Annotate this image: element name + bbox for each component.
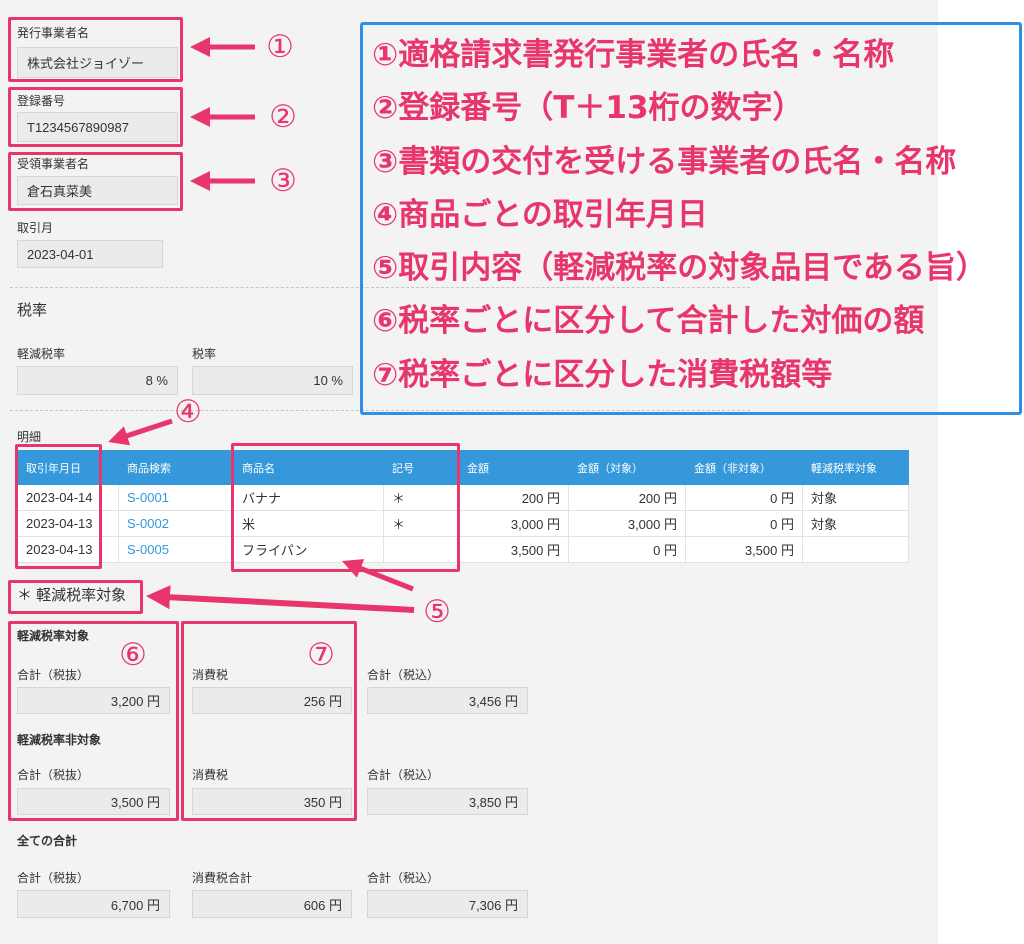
highlight-product-columns [231, 443, 460, 572]
table-row: 2023-04-13 S-0002 米 ＊ 3,000 円 3,000 円 0 … [17, 510, 909, 537]
legend-item-7: ⑦税率ごとに区分した消費税額等 [372, 356, 833, 393]
standard-total-label: 合計（税込） [367, 768, 440, 782]
reduced-rate-label: 軽減税率 [17, 347, 66, 361]
column-header-amount: 金額 [458, 450, 569, 485]
transaction-month-label: 取引月 [17, 221, 54, 235]
standard-total-field: 3,850 円 [367, 788, 528, 815]
cell-product-code: S-0005 [118, 536, 234, 563]
reduced-total-field: 3,456 円 [367, 687, 528, 714]
cell-amount-non-target: 0 円 [685, 484, 803, 511]
marker-2: ② [269, 99, 297, 135]
grand-subtotal-label: 合計（税抜） [17, 871, 90, 885]
marker-4: ④ [174, 394, 202, 430]
column-header-amount-non-target: 金額（非対象） [685, 450, 803, 485]
cell-amount-target: 200 円 [568, 484, 686, 511]
table-row: 2023-04-14 S-0001 バナナ ＊ 200 円 200 円 0 円 … [17, 484, 909, 511]
cell-amount-non-target: 0 円 [685, 510, 803, 537]
product-code-link[interactable]: S-0001 [127, 490, 169, 505]
cell-amount-non-target: 3,500 円 [685, 536, 803, 563]
highlight-footnote [8, 580, 143, 614]
grand-tax-label: 消費税合計 [192, 871, 253, 885]
legend-item-2: ②登録番号（T＋13桁の数字） [372, 90, 804, 127]
reduced-total-label: 合計（税込） [367, 668, 440, 682]
column-header-amount-target: 金額（対象） [568, 450, 686, 485]
grand-subtotal-field: 6,700 円 [17, 890, 170, 918]
cell-amount: 200 円 [458, 484, 569, 511]
cell-reduced-target: 対象 [802, 510, 909, 537]
reduced-rate-field: 8 % [17, 366, 178, 395]
cell-amount-target: 3,000 円 [568, 510, 686, 537]
highlight-subtotals [8, 621, 179, 821]
product-code-link[interactable]: S-0005 [127, 542, 169, 557]
marker-7: ⑦ [307, 637, 335, 673]
standard-rate-label: 税率 [192, 347, 217, 361]
cell-product-code: S-0002 [118, 510, 234, 537]
legend-item-3: ③書類の交付を受ける事業者の氏名・名称 [372, 143, 957, 180]
transaction-month-field: 2023-04-01 [17, 240, 163, 268]
legend-item-4: ④商品ごとの取引年月日 [372, 196, 708, 233]
table-row: 2023-04-13 S-0005 フライパン 3,500 円 0 円 3,50… [17, 536, 909, 563]
cell-amount-target: 0 円 [568, 536, 686, 563]
grand-total-label: 合計（税込） [367, 871, 440, 885]
details-table: 取引年月日 商品検索 商品名 記号 金額 金額（対象） 金額（非対象） 軽減税率… [17, 450, 909, 563]
marker-1: ① [266, 29, 294, 65]
details-label: 明細 [17, 430, 42, 444]
highlight-registration-number [8, 87, 183, 147]
highlight-recipient [8, 152, 183, 211]
tax-rate-heading: 税率 [17, 302, 48, 319]
highlight-date-column [15, 444, 102, 569]
grand-tax-field: 606 円 [192, 890, 352, 918]
column-header-product-search: 商品検索 [118, 450, 234, 485]
standard-rate-field: 10 % [192, 366, 353, 395]
page: 発行事業者名 株式会社ジョイゾー 登録番号 T1234567890987 受領事… [0, 0, 1024, 944]
grand-totals-title: 全ての合計 [17, 834, 78, 848]
cell-reduced-target: 対象 [802, 484, 909, 511]
cell-reduced-target [802, 536, 909, 563]
annotation-legend: ①適格請求書発行事業者の氏名・名称 ②登録番号（T＋13桁の数字） ③書類の交付… [360, 22, 1022, 415]
legend-item-5: ⑤取引内容（軽減税率の対象品目である旨） [372, 250, 987, 287]
cell-amount: 3,000 円 [458, 510, 569, 537]
legend-item-6: ⑥税率ごとに区分して合計した対価の額 [372, 303, 925, 340]
marker-6: ⑥ [119, 637, 147, 673]
product-code-link[interactable]: S-0002 [127, 516, 169, 531]
column-header-reduced-target: 軽減税率対象 [802, 450, 909, 485]
cell-amount: 3,500 円 [458, 536, 569, 563]
highlight-issuer [8, 17, 183, 82]
marker-5: ⑤ [423, 594, 451, 630]
grand-total-field: 7,306 円 [367, 890, 528, 918]
marker-3: ③ [269, 163, 297, 199]
table-header-row: 取引年月日 商品検索 商品名 記号 金額 金額（対象） 金額（非対象） 軽減税率… [17, 450, 909, 485]
cell-product-code: S-0001 [118, 484, 234, 511]
legend-item-1: ①適格請求書発行事業者の氏名・名称 [372, 37, 895, 73]
